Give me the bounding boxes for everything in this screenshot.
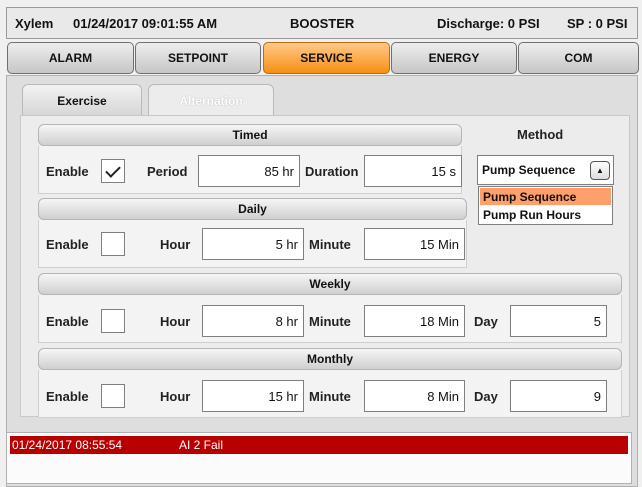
- daily-hour-field[interactable]: 5 hr: [202, 228, 304, 260]
- dropdown-toggle-button[interactable]: ▲: [590, 161, 610, 180]
- weekly-day-field[interactable]: 5: [510, 305, 607, 337]
- weekly-minute-field[interactable]: 18 Min: [364, 305, 465, 337]
- timed-section-title: Timed: [38, 124, 462, 146]
- method-selected-value: Pump Sequence: [482, 163, 576, 177]
- brand-label: Xylem: [15, 16, 54, 31]
- daily-enable-label: Enable: [46, 236, 89, 252]
- tab-com[interactable]: COM: [518, 42, 639, 74]
- monthly-minute-field[interactable]: 8 Min: [364, 380, 465, 412]
- subtab-exercise[interactable]: Exercise: [22, 84, 142, 116]
- tab-setpoint[interactable]: SETPOINT: [135, 42, 261, 74]
- discharge-label: Discharge: 0 PSI: [437, 16, 540, 31]
- duration-field[interactable]: 15 s: [364, 155, 462, 187]
- monthly-section-title: Monthly: [38, 348, 622, 370]
- monthly-day-label: Day: [474, 388, 498, 404]
- alarm-row[interactable]: 01/24/2017 08:55:54 AI 2 Fail: [10, 436, 628, 454]
- weekly-minute-label: Minute: [309, 313, 351, 329]
- weekly-day-label: Day: [474, 313, 498, 329]
- period-field[interactable]: 85 hr: [198, 155, 300, 187]
- monthly-hour-label: Hour: [160, 388, 191, 404]
- weekly-section-title: Weekly: [38, 273, 622, 295]
- tab-service[interactable]: SERVICE: [263, 42, 390, 74]
- duration-label: Duration: [305, 163, 359, 179]
- monthly-enable-label: Enable: [46, 388, 89, 404]
- datetime-label: 01/24/2017 09:01:55 AM: [73, 16, 218, 31]
- method-select[interactable]: Pump Sequence ▲: [477, 155, 614, 185]
- monthly-enable-checkbox[interactable]: [101, 384, 125, 408]
- period-label: Period: [147, 163, 188, 179]
- monthly-day-field[interactable]: 9: [510, 380, 607, 412]
- tab-alarm[interactable]: ALARM: [7, 42, 134, 74]
- option-pump-run-hours[interactable]: Pump Run Hours: [480, 206, 611, 223]
- option-pump-sequence[interactable]: Pump Sequence: [480, 188, 611, 205]
- alarm-time: 01/24/2017 08:55:54: [12, 438, 123, 452]
- setpoint-label: SP : 0 PSI: [567, 16, 628, 31]
- weekly-enable-checkbox[interactable]: [101, 309, 125, 333]
- daily-section-title: Daily: [38, 198, 467, 220]
- daily-minute-field[interactable]: 15 Min: [364, 228, 465, 260]
- weekly-hour-label: Hour: [160, 313, 191, 329]
- alarm-message: AI 2 Fail: [179, 438, 224, 452]
- monthly-hour-field[interactable]: 15 hr: [202, 380, 304, 412]
- subtab-alternation[interactable]: Alternation: [148, 84, 274, 116]
- method-options-list: Pump Sequence Pump Run Hours: [478, 186, 613, 225]
- method-label: Method: [517, 127, 564, 142]
- daily-hour-label: Hour: [160, 236, 191, 252]
- monthly-minute-label: Minute: [309, 388, 351, 404]
- arrow-up-icon: ▲: [596, 166, 604, 175]
- status-bar: Xylem 01/24/2017 09:01:55 AM BOOSTER Dis…: [6, 7, 638, 39]
- weekly-enable-label: Enable: [46, 313, 89, 329]
- daily-minute-label: Minute: [309, 236, 351, 252]
- timed-enable-checkbox[interactable]: [101, 159, 125, 183]
- alarm-log: 01/24/2017 08:55:54 AI 2 Fail: [6, 432, 632, 484]
- daily-enable-checkbox[interactable]: [101, 232, 125, 256]
- weekly-hour-field[interactable]: 8 hr: [202, 305, 304, 337]
- tab-energy[interactable]: ENERGY: [391, 42, 517, 74]
- mode-label: BOOSTER: [290, 16, 355, 31]
- timed-enable-label: Enable: [46, 163, 89, 179]
